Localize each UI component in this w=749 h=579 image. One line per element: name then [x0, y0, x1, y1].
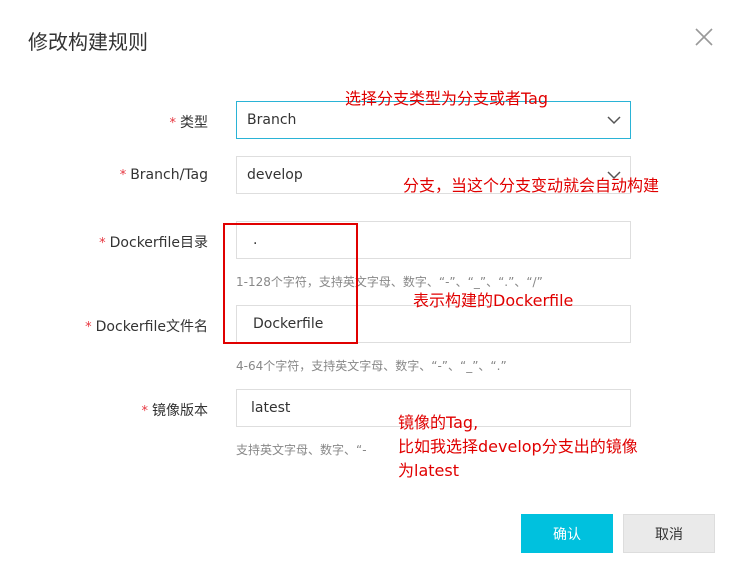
branch-label-text: Branch/Tag	[130, 167, 208, 183]
annotation-image-line2: 比如我选择develop分支出的镜像	[398, 437, 638, 456]
dockerfile-name-label-text: Dockerfile文件名	[95, 319, 208, 335]
required-marker: *	[85, 320, 92, 335]
cancel-button[interactable]: 取消	[623, 514, 715, 553]
branch-label: * Branch/Tag	[120, 167, 208, 183]
image-version-hint: 支持英文字母、数字、“-	[236, 443, 367, 457]
annotation-dockerfile: 表示构建的Dockerfile	[413, 291, 574, 310]
annotation-image-line1: 镜像的Tag,	[398, 413, 479, 432]
annotation-type: 选择分支类型为分支或者Tag	[345, 89, 549, 108]
confirm-button[interactable]: 确认	[521, 514, 613, 553]
dockerfile-dir-label-text: Dockerfile目录	[109, 235, 208, 251]
type-label-text: 类型	[180, 115, 208, 131]
edit-build-rule-dialog: 修改构建规则 * 类型 Branch * Branch/Tag develop * D…	[0, 0, 749, 579]
dockerfile-name-label: * Dockerfile文件名	[85, 316, 208, 336]
image-version-label-text: 镜像版本	[152, 403, 208, 419]
close-icon[interactable]	[692, 25, 716, 49]
image-version-value: latest	[251, 400, 291, 416]
chevron-down-icon	[607, 116, 621, 125]
dockerfile-name-hint: 4-64个字符，支持英文字母、数字、“-”、“_”、“.”	[236, 359, 507, 373]
annotation-image-line3: 为latest	[398, 461, 459, 480]
annotation-branch: 分支，当这个分支变动就会自动构建	[403, 176, 660, 195]
dialog-title: 修改构建规则	[28, 30, 148, 54]
required-marker: *	[99, 236, 106, 251]
required-marker: *	[119, 168, 127, 183]
type-select-value: Branch	[247, 112, 297, 128]
required-marker: *	[141, 404, 149, 419]
branch-select-value: develop	[247, 167, 303, 183]
type-label: * 类型	[170, 112, 209, 132]
image-version-label: * 镜像版本	[142, 400, 209, 420]
required-marker: *	[169, 116, 177, 131]
annotation-highlight-box	[223, 223, 358, 344]
dockerfile-dir-label: * Dockerfile目录	[99, 232, 208, 252]
